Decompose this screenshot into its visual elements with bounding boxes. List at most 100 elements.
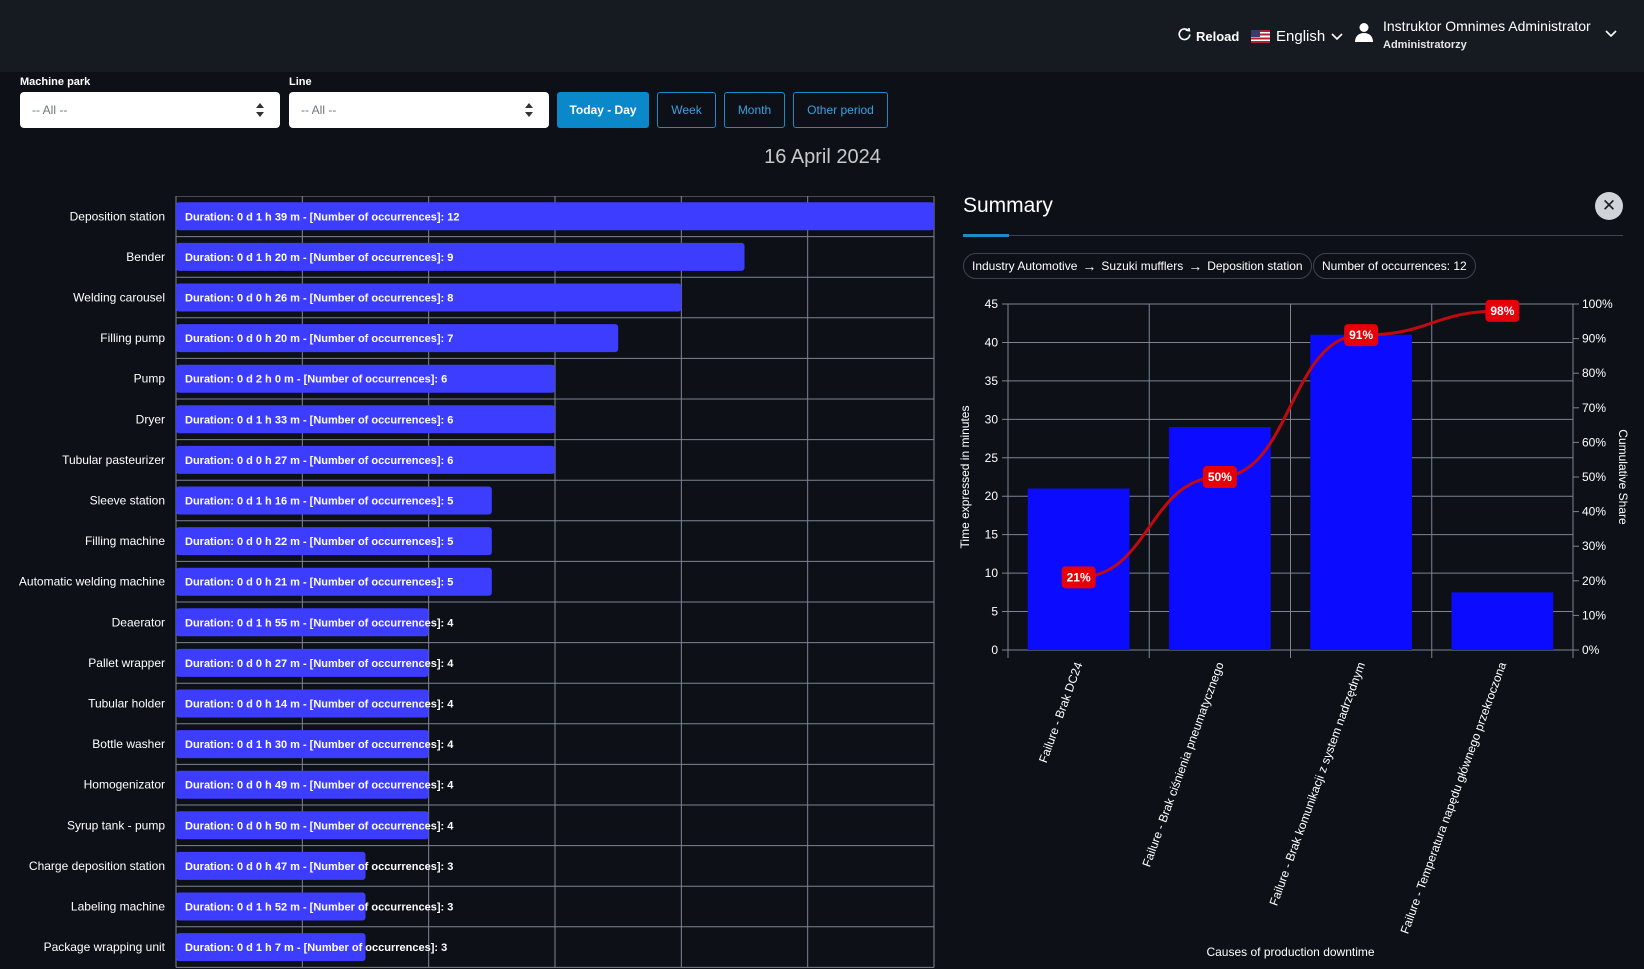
occurrences-badge: Number of occurrences: 12 (1313, 253, 1476, 279)
us-flag-icon (1251, 29, 1270, 43)
bar-data-label: Duration: 0 d 1 h 20 m - [Number of occu… (185, 252, 453, 264)
breadcrumb-item: Deposition station (1207, 259, 1303, 273)
y2-tick-label: 10% (1582, 608, 1606, 622)
bar-data-label: Duration: 0 d 1 h 7 m - [Number of occur… (185, 942, 447, 954)
y2-tick-label: 90% (1582, 332, 1606, 346)
y2-tick-label: 60% (1582, 435, 1606, 449)
select-arrows-icon (525, 102, 533, 118)
language-selector[interactable]: English (1251, 24, 1343, 48)
y-tick-label: 35 (985, 374, 999, 388)
bar-data-label: Duration: 0 d 0 h 20 m - [Number of occu… (185, 333, 453, 345)
breadcrumb-item: Industry Automotive (972, 259, 1078, 273)
bar-data-label: Duration: 0 d 1 h 55 m - [Number of occu… (185, 617, 454, 629)
y2-tick-label: 100% (1582, 297, 1613, 311)
category-label: Automatic welding machine (19, 575, 165, 589)
bar-data-label: Duration: 0 d 1 h 16 m - [Number of occu… (185, 496, 453, 508)
week-button[interactable]: Week (657, 92, 716, 128)
bar (1310, 334, 1412, 650)
category-label: Bottle washer (92, 737, 165, 751)
bar-data-label: Duration: 0 d 0 h 49 m - [Number of occu… (185, 780, 454, 792)
bar-data-label: Duration: 0 d 0 h 27 m - [Number of occu… (185, 455, 453, 467)
y-axis-label: Time expressed in minutes (958, 406, 972, 549)
category-label: Package wrapping unit (44, 940, 166, 954)
select-arrows-icon (256, 102, 264, 118)
y2-tick-label: 0% (1582, 643, 1600, 657)
y-tick-label: 30 (985, 412, 999, 426)
bar-data-label: Duration: 0 d 0 h 21 m - [Number of occu… (185, 577, 453, 589)
category-label: Deposition station (70, 209, 165, 223)
bar-data-label: Duration: 0 d 0 h 50 m - [Number of occu… (185, 820, 454, 832)
bar-data-label: Duration: 0 d 1 h 33 m - [Number of occu… (185, 414, 453, 426)
machine-occurrences-bar-chart: Deposition station Duration: 0 d 1 h 39 m… (19, 196, 935, 968)
y2-tick-label: 50% (1582, 470, 1606, 484)
date-title: 16 April 2024 (764, 146, 881, 168)
category-label: Dryer (136, 412, 165, 426)
close-summary-button[interactable]: ✕ (1595, 192, 1623, 220)
x-tick-label: Failure - Brak ciśnienia pneumatycznego (1139, 660, 1226, 869)
y-tick-label: 40 (985, 335, 999, 349)
cumulative-label: 50% (1208, 470, 1232, 484)
arrow-right-icon: → (1188, 258, 1203, 274)
bar (1451, 592, 1554, 650)
machine-park-select[interactable]: -- All -- (20, 92, 280, 128)
cumulative-label: 91% (1349, 328, 1373, 342)
y2-tick-label: 40% (1582, 505, 1606, 519)
user-name: Instruktor Omnimes Administrator (1383, 17, 1591, 34)
category-label: Labeling machine (71, 900, 165, 914)
bar-data-label: Duration: 0 d 2 h 0 m - [Number of occur… (185, 374, 447, 386)
bar-data-label: Duration: 0 d 1 h 39 m - [Number of occu… (185, 211, 459, 223)
language-label: English (1276, 27, 1326, 45)
cumulative-label: 98% (1490, 304, 1514, 318)
occurrences-text: Number of occurrences: 12 (1322, 259, 1467, 273)
summary-divider (963, 235, 1623, 236)
y2-tick-label: 80% (1582, 366, 1606, 380)
bar-data-label: Duration: 0 d 0 h 22 m - [Number of occu… (185, 536, 453, 548)
category-label: Deaerator (112, 615, 165, 629)
category-label: Syrup tank - pump (67, 818, 165, 832)
y2-tick-label: 30% (1582, 539, 1606, 553)
top-bar: Reload English Instruktor Omnimes Admini… (0, 0, 1644, 72)
machine-park-value: -- All -- (32, 103, 68, 117)
bar-data-label: Duration: 0 d 0 h 26 m - [Number of occu… (185, 293, 453, 305)
category-label: Filling pump (100, 331, 165, 345)
category-label: Pallet wrapper (88, 656, 165, 670)
category-label: Sleeve station (90, 494, 165, 508)
bar-data-label: Duration: 0 d 1 h 30 m - [Number of occu… (185, 739, 454, 751)
category-label: Homogenizator (84, 778, 165, 792)
other-period-button[interactable]: Other period (793, 92, 888, 128)
bar-data-label: Duration: 0 d 0 h 27 m - [Number of occu… (185, 658, 454, 670)
y2-tick-label: 70% (1582, 401, 1606, 415)
user-icon (1355, 22, 1373, 47)
bar-data-label: Duration: 0 d 1 h 52 m - [Number of occu… (185, 902, 453, 914)
reload-label: Reload (1196, 28, 1240, 44)
y-tick-label: 25 (985, 451, 999, 465)
bar-data-label: Duration: 0 d 0 h 14 m - [Number of occu… (185, 699, 454, 711)
x-tick-label: Failure - Brak komunikacji z system nadr… (1267, 660, 1368, 907)
y-tick-label: 45 (985, 297, 999, 311)
cumulative-label: 21% (1067, 570, 1091, 584)
category-label: Tubular holder (88, 697, 165, 711)
line-label: Line (289, 76, 312, 88)
user-menu[interactable]: Instruktor Omnimes Administrator Adminis… (1355, 14, 1617, 54)
y-tick-label: 5 (991, 605, 998, 619)
arrow-right-icon: → (1082, 258, 1097, 274)
y2-axis-label: Cumulative Share (1616, 429, 1630, 525)
user-role: Administratorzy (1383, 38, 1467, 51)
pareto-chart: 0 5 10 15 20 25 30 35 40 45 0% 10% 20% 30% 40% 50% 60% 70… (958, 297, 1630, 959)
line-value: -- All -- (301, 103, 337, 117)
user-chevron-down-icon (1605, 25, 1617, 43)
month-button[interactable]: Month (724, 92, 785, 128)
line-select[interactable]: -- All -- (289, 92, 549, 128)
x-tick-label: Failure - Brak DC24 (1036, 660, 1086, 765)
refresh-icon (1178, 27, 1191, 44)
category-label: Tubular pasteurizer (62, 453, 165, 467)
category-label: Bender (126, 250, 165, 264)
category-label: Pump (134, 372, 166, 386)
today-day-button[interactable]: Today - Day (557, 92, 649, 128)
y-tick-label: 0 (991, 643, 998, 657)
category-label: Charge deposition station (29, 859, 165, 873)
summary-title: Summary (963, 194, 1053, 217)
chevron-down-icon (1331, 28, 1343, 45)
reload-button[interactable]: Reload (1178, 26, 1239, 46)
x-tick-label: Failure - Temperatura napędu głównego pr… (1398, 660, 1510, 936)
